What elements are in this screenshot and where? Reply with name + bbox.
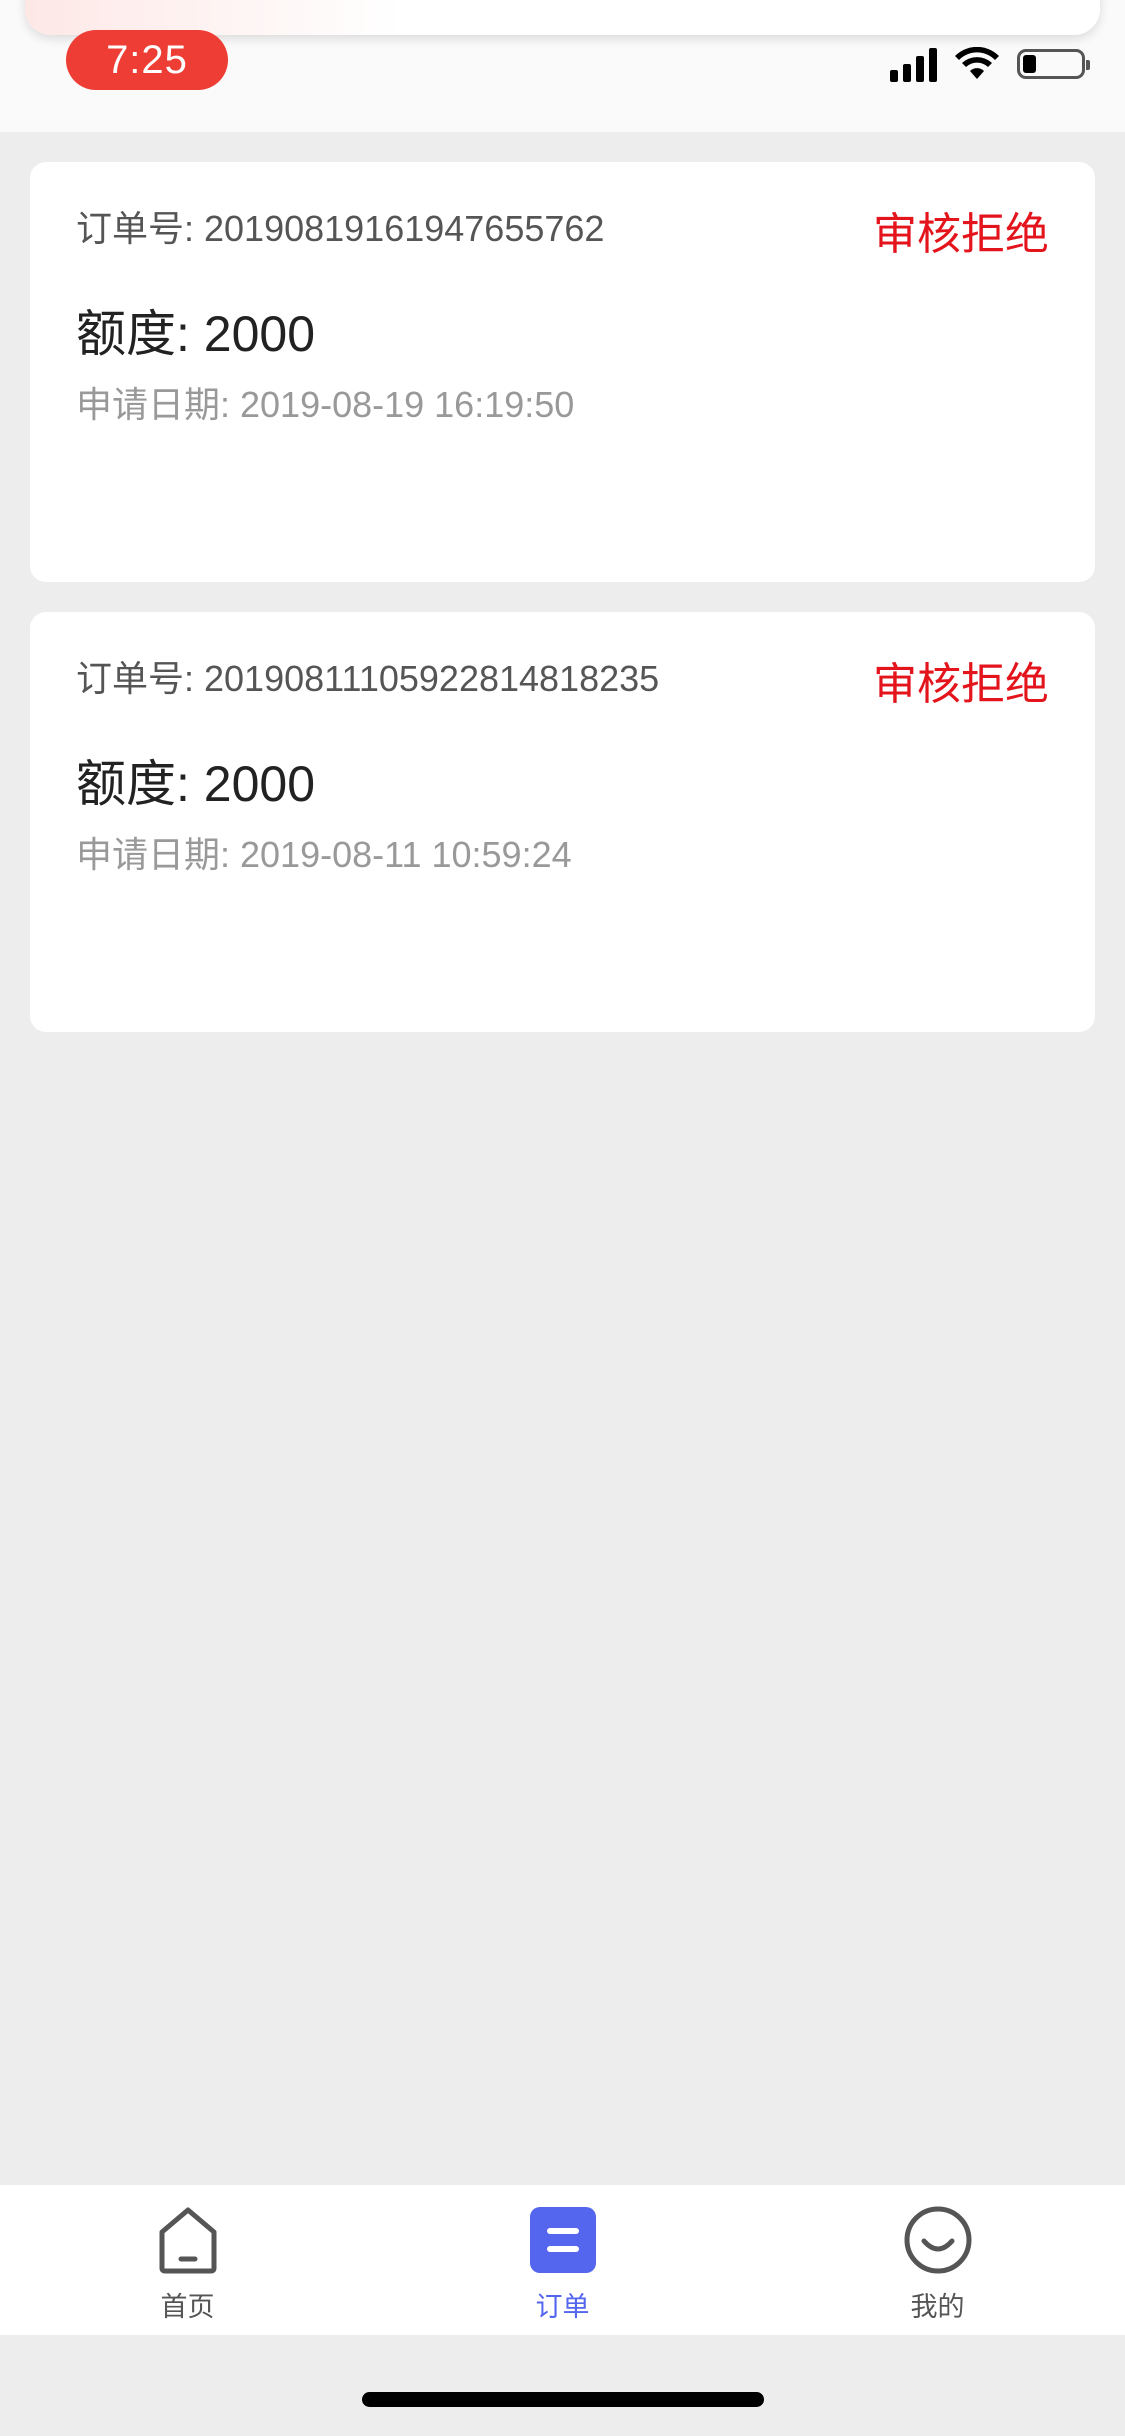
wifi-icon [955, 47, 999, 79]
order-apply-date: 申请日期: 2019-08-11 10:59:24 [76, 834, 572, 875]
cellular-signal-icon [890, 46, 937, 82]
tab-home[interactable]: 首页 [0, 2185, 375, 2335]
order-amount: 额度: 2000 [76, 306, 316, 362]
order-apply-date: 申请日期: 2019-08-19 16:19:50 [76, 384, 575, 425]
tab-orders[interactable]: 订单 [375, 2185, 750, 2335]
home-indicator[interactable] [362, 2392, 764, 2407]
status-time[interactable]: 7:25 [66, 30, 228, 90]
order-card[interactable]: 订单号: 20190811105922814818235 审核拒绝 额度: 20… [30, 612, 1095, 1032]
order-number: 订单号: 20190811105922814818235 [76, 658, 660, 699]
smile-face-icon [904, 2206, 971, 2274]
order-status-badge: 审核拒绝 [873, 660, 1049, 709]
order-card[interactable]: 订单号: 20190819161947655762 审核拒绝 额度: 2000 … [30, 162, 1095, 582]
tab-orders-label: 订单 [535, 2292, 590, 2322]
status-icons [890, 46, 1090, 82]
order-number: 订单号: 20190819161947655762 [76, 208, 605, 249]
order-status-badge: 审核拒绝 [873, 210, 1049, 259]
battery-low-icon [1017, 49, 1090, 79]
tab-home-label: 首页 [160, 2292, 215, 2322]
status-bar: 7:25 [0, 0, 1125, 132]
orders-icon [529, 2207, 596, 2273]
tab-mine-label: 我的 [910, 2292, 965, 2322]
bottom-tab-bar: 首页 订单 我的 [0, 2185, 1125, 2335]
home-icon [159, 2207, 216, 2274]
order-amount: 额度: 2000 [76, 756, 316, 812]
tab-mine[interactable]: 我的 [750, 2185, 1125, 2335]
order-list: 订单号: 20190819161947655762 审核拒绝 额度: 2000 … [30, 162, 1095, 1062]
